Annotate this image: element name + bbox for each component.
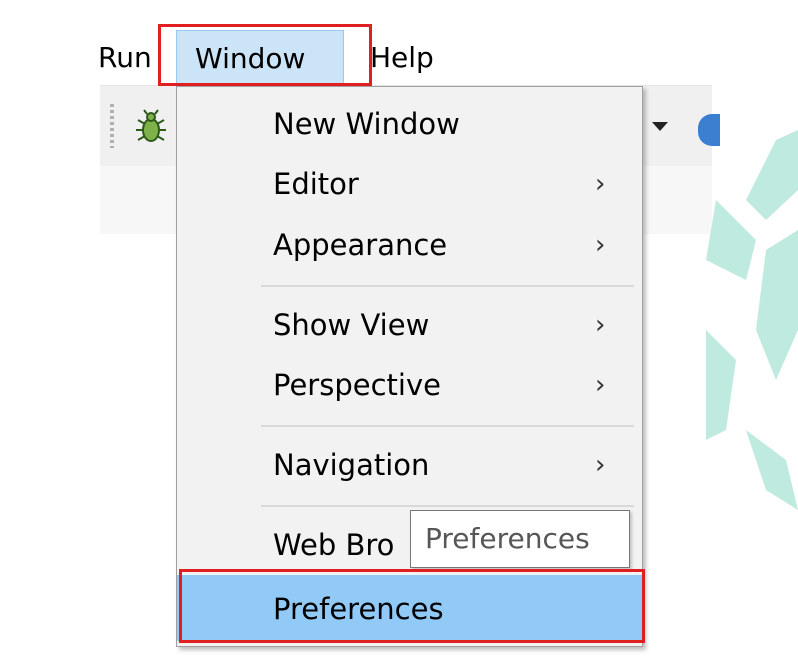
menu-item-label: Preferences (273, 592, 444, 626)
tooltip-text: Preferences (425, 522, 590, 555)
menu-item-editor[interactable]: Editor › (177, 154, 642, 214)
submenu-arrow-icon: › (595, 169, 606, 199)
menu-item-label: Web Bro (273, 528, 395, 562)
dropdown-arrow-icon[interactable] (652, 122, 668, 131)
menu-item-label: Perspective (273, 368, 441, 402)
bug-icon[interactable] (134, 108, 168, 146)
menu-item-preferences[interactable]: Preferences (177, 575, 642, 641)
submenu-arrow-icon: › (595, 310, 606, 340)
watermark (706, 130, 798, 510)
submenu-arrow-icon: › (595, 370, 606, 400)
menu-item-label: Show View (273, 308, 430, 342)
menu-item-appearance[interactable]: Appearance › (177, 215, 642, 275)
menu-item-label: Appearance (273, 228, 448, 262)
menu-separator (261, 505, 634, 507)
menu-item-new-window[interactable]: New Window (177, 94, 642, 154)
menu-item-label: Navigation (273, 448, 430, 482)
submenu-arrow-icon: › (595, 230, 606, 260)
menu-separator (261, 425, 634, 427)
menu-help[interactable]: Help (370, 38, 434, 78)
menu-item-label: New Window (273, 107, 460, 141)
menu-run[interactable]: Run (98, 38, 158, 78)
menu-item-navigation[interactable]: Navigation › (177, 435, 642, 495)
menu-window-label: Window (195, 42, 306, 75)
menu-item-perspective[interactable]: Perspective › (177, 355, 642, 415)
menu-window[interactable]: Window (176, 30, 344, 86)
menu-item-label: Editor (273, 167, 359, 201)
menu-bar: Run Window Help (0, 0, 712, 86)
menu-separator (261, 285, 634, 287)
tooltip: Preferences (410, 510, 630, 568)
toolbar-grip[interactable] (110, 104, 114, 148)
submenu-arrow-icon: › (595, 450, 606, 480)
menu-item-show-view[interactable]: Show View › (177, 295, 642, 355)
